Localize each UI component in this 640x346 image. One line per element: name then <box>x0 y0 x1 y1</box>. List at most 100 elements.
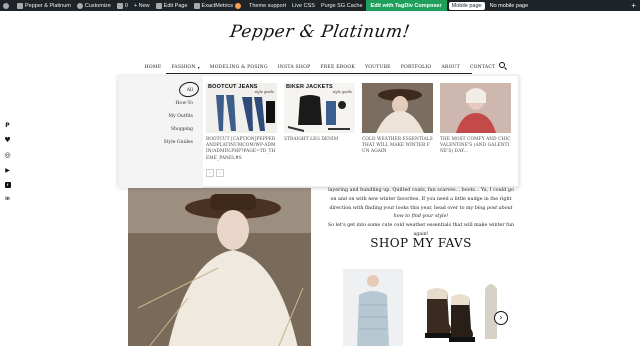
customize-label: Customize <box>84 2 111 9</box>
comments-count: 0 <box>124 2 128 9</box>
mega-menu-post-card[interactable]: COLD WEATHER ESSENTIALS THAT WILL MAKE W… <box>362 83 433 156</box>
brush-icon <box>76 2 83 9</box>
pencil-icon <box>155 2 162 9</box>
article-line: So let's get into some cute cold weather… <box>327 223 515 229</box>
post-title[interactable]: BOOTCUT [CAPTION]PEPPERANDPLATINUMCOM/WP… <box>206 137 277 162</box>
nav-divider <box>166 73 472 74</box>
article-line: layering and bundling up. Quilted coats,… <box>328 188 514 193</box>
purge-cache-label: Purge SG Cache <box>320 2 363 9</box>
thumb-subtitle: style guide <box>332 90 352 94</box>
exactmetrics-label: ExactMetrics <box>201 2 234 9</box>
site-name-label: Pepper & Platinum <box>25 2 71 9</box>
subnav-item-how-to[interactable]: How-To <box>175 101 193 106</box>
carousel-next-button[interactable]: › <box>494 311 508 325</box>
subnav-item-style-guides[interactable]: Style Guides <box>164 140 193 145</box>
mega-menu-post-card[interactable]: BIKER JACKETS style guide STRAIGHT LEG D… <box>284 83 355 143</box>
nav-item-free-ebook[interactable]: FREE EBOOK <box>315 65 360 70</box>
chevron-down-icon: ▾ <box>197 64 200 70</box>
bars-icon <box>193 2 200 9</box>
article-line: how to find your style! <box>327 213 515 222</box>
nav-label: MODELING & POSING <box>209 64 268 70</box>
wp-admin-bar: Pepper & Platinum Customize 0 + New Edit… <box>0 0 640 11</box>
comments-link[interactable]: 0 <box>114 0 131 11</box>
mobile-page-label: Mobile page <box>451 2 482 9</box>
nav-item-insta-shop[interactable]: INSTA SHOP <box>273 65 316 70</box>
thumb-title: BIKER JACKETS <box>286 84 333 90</box>
valentines-image <box>440 83 511 133</box>
product-card[interactable] <box>419 269 479 346</box>
subnav-item-all[interactable]: All <box>187 88 193 93</box>
style-post-link[interactable]: blog post about <box>475 206 513 211</box>
instagram-icon[interactable]: ◎ <box>4 152 11 159</box>
youtube-icon[interactable]: ▶ <box>4 167 11 174</box>
social-rail: P ♥ ◎ ▶ f in <box>4 122 11 203</box>
plus-button[interactable]: + <box>627 0 640 11</box>
home-icon <box>17 2 23 9</box>
nav-item-contact[interactable]: CONTACT <box>465 65 500 70</box>
mega-menu-post-card[interactable]: THE MOST COMFY AND CHIC VALENTINE'S (AND… <box>440 83 511 156</box>
post-title[interactable]: THE MOST COMFY AND CHIC VALENTINE'S (AND… <box>440 137 511 156</box>
notification-icon <box>235 2 242 9</box>
nav-item-home[interactable]: HOME <box>140 65 167 70</box>
cold-weather-image <box>362 83 433 133</box>
tagdiv-label: Edit with TagDiv Composer <box>370 2 442 9</box>
facebook-icon[interactable]: f <box>4 182 11 188</box>
subnav-item-shopping[interactable]: Shopping <box>171 127 193 132</box>
mega-menu-post-card[interactable]: BOOTCUT JEANS style guide BOOTCUT [CAPTI… <box>206 83 277 162</box>
wp-logo-button[interactable] <box>0 0 14 11</box>
hero-photo <box>128 188 311 346</box>
new-label: New <box>138 2 150 9</box>
mobile-page-toggle[interactable]: Mobile page <box>448 1 485 10</box>
edit-page-link[interactable]: Edit Page <box>153 0 191 11</box>
post-title[interactable]: COLD WEATHER ESSENTIALS THAT WILL MAKE W… <box>362 137 433 156</box>
nav-item-youtube[interactable]: YOUTUBE <box>360 65 396 70</box>
pager-prev-button[interactable]: ‹ <box>206 169 214 177</box>
live-css-label: Live CSS <box>292 2 315 9</box>
linkedin-icon[interactable]: in <box>4 196 11 203</box>
theme-support-label: Theme support <box>249 2 287 9</box>
nav-label: ABOUT <box>441 64 460 70</box>
comment-icon <box>116 2 123 9</box>
subnav-item-my-outfits[interactable]: My Outfits <box>168 114 193 119</box>
article-line: direction with finding your looks this y… <box>327 205 515 214</box>
main-nav: HOME FASHION ▾ MODELING & POSING INSTA SH… <box>0 62 640 72</box>
nav-label: YOUTUBE <box>364 64 391 70</box>
shop-section-title: SHOP MY FAVS <box>370 236 472 250</box>
product-card[interactable] <box>343 269 403 346</box>
nav-label: FASHION <box>171 64 196 70</box>
nav-item-portfolio[interactable]: PORTFOLIO <box>396 65 437 70</box>
wordpress-icon <box>3 2 9 9</box>
article-text: direction with finding your looks this y… <box>329 205 474 211</box>
post-thumbnail: BOOTCUT JEANS style guide <box>206 83 277 133</box>
nav-label: PORTFOLIO <box>400 64 432 70</box>
post-title[interactable]: STRAIGHT LEG DENIM <box>284 137 355 143</box>
search-button[interactable] <box>498 61 508 71</box>
hero-image <box>128 188 311 346</box>
exactmetrics-link[interactable]: ExactMetrics <box>191 0 246 11</box>
heart-icon[interactable]: ♥ <box>4 137 11 144</box>
mega-menu-subnav: All How-To My Outfits Shopping Style Gui… <box>119 76 203 188</box>
new-content-link[interactable]: + New <box>131 0 153 11</box>
theme-support-link[interactable]: Theme support <box>246 0 289 11</box>
product-card-partial[interactable] <box>483 269 499 346</box>
pinterest-icon[interactable]: P <box>4 122 11 129</box>
search-icon-handle <box>503 67 508 71</box>
post-thumbnail <box>440 83 511 133</box>
plus-label: + <box>631 1 636 10</box>
no-mobile-page-link[interactable]: No mobile page <box>487 0 532 11</box>
live-css-link[interactable]: Live CSS <box>289 0 318 11</box>
nav-label: FREE EBOOK <box>320 64 355 70</box>
post-thumbnail: BIKER JACKETS style guide <box>284 83 355 133</box>
nav-item-modeling-posing[interactable]: MODELING & POSING <box>205 65 273 70</box>
site-logo[interactable]: Pepper & Platinum! <box>0 22 640 42</box>
nav-item-fashion[interactable]: FASHION ▾ <box>166 65 204 70</box>
pager-next-button[interactable]: › <box>216 169 224 177</box>
tagdiv-composer-button[interactable]: Edit with TagDiv Composer <box>365 0 447 11</box>
find-style-link[interactable]: how to find your style! <box>394 214 449 219</box>
customize-link[interactable]: Customize <box>74 0 114 11</box>
purge-cache-link[interactable]: Purge SG Cache <box>318 0 366 11</box>
nav-item-about[interactable]: ABOUT <box>436 65 464 70</box>
site-name-link[interactable]: Pepper & Platinum <box>14 0 74 11</box>
fashion-mega-menu: All How-To My Outfits Shopping Style Gui… <box>118 75 519 188</box>
product-image-partial <box>485 284 497 339</box>
